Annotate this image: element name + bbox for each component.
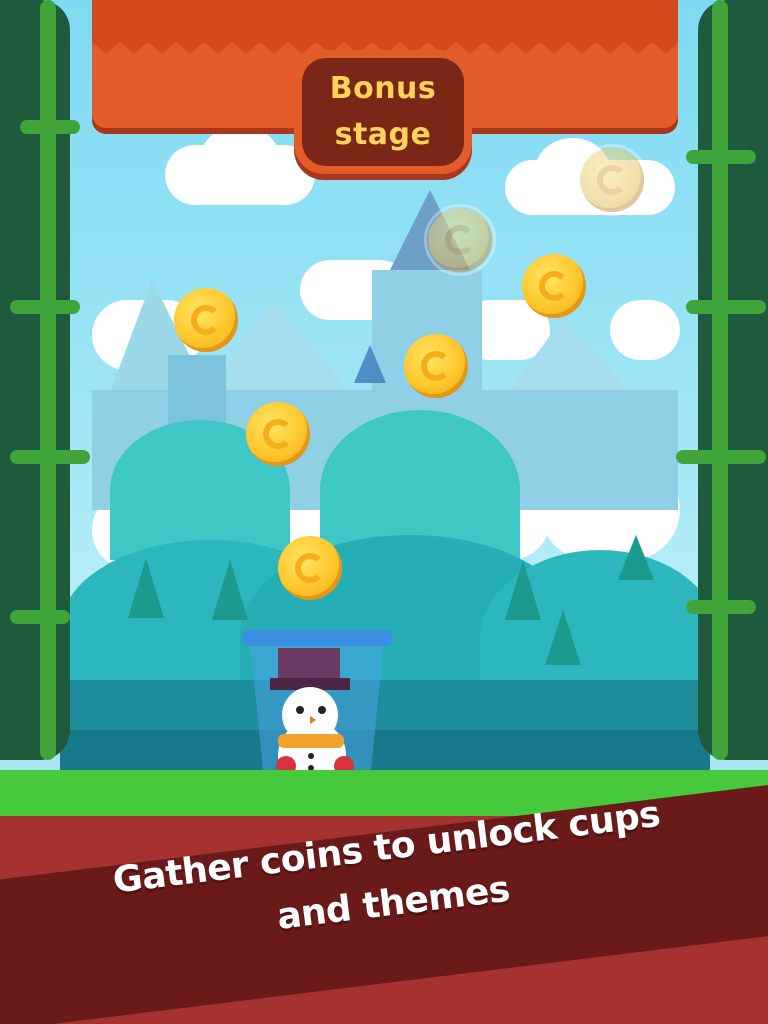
vine-icon — [20, 120, 80, 134]
coin-symbol-icon — [421, 351, 451, 381]
coin-icon[interactable] — [522, 254, 586, 318]
pine-tree — [505, 560, 541, 620]
stage-title: Bonus stage — [330, 66, 437, 158]
vine-icon — [10, 300, 80, 314]
pine-tree — [128, 558, 164, 618]
vine-icon — [698, 0, 768, 760]
coin-icon[interactable] — [278, 536, 342, 600]
vine-icon — [686, 300, 766, 314]
vine-icon — [686, 600, 756, 614]
banner-top-strip — [92, 0, 678, 40]
vine-icon — [712, 0, 728, 760]
right-vine-frame — [676, 0, 768, 780]
game-screen: Bonus stage Gather coins to unlock cups … — [0, 0, 768, 1024]
coin-icon[interactable] — [246, 402, 310, 466]
stage-title-badge-inner: Bonus stage — [302, 58, 464, 166]
vine-icon — [10, 610, 70, 624]
coin-icon[interactable] — [424, 204, 496, 276]
cloud — [200, 125, 280, 195]
stage-title-line1: Bonus — [329, 71, 437, 106]
vine-icon — [10, 450, 90, 464]
coin-symbol-icon — [191, 305, 221, 335]
coin-icon[interactable] — [174, 288, 238, 352]
coin-symbol-icon — [597, 165, 627, 195]
pine-tree — [212, 560, 248, 620]
left-vine-frame — [0, 0, 92, 780]
vine-icon — [0, 0, 70, 760]
stage-title-line2: stage — [334, 117, 432, 152]
coin-symbol-icon — [539, 271, 569, 301]
snowman-cup-icon[interactable] — [242, 630, 392, 782]
vine-icon — [686, 150, 756, 164]
vine-icon — [40, 0, 56, 760]
coin-symbol-icon — [263, 419, 293, 449]
castle-small-roof — [354, 345, 386, 383]
vine-icon — [676, 450, 766, 464]
pine-tree — [618, 535, 654, 580]
coin-icon[interactable] — [404, 334, 468, 398]
coin-icon[interactable] — [576, 144, 648, 216]
stage-title-badge: Bonus stage — [294, 50, 472, 174]
coin-symbol-icon — [445, 225, 475, 255]
coin-symbol-icon — [295, 553, 325, 583]
pine-tree — [545, 610, 581, 665]
